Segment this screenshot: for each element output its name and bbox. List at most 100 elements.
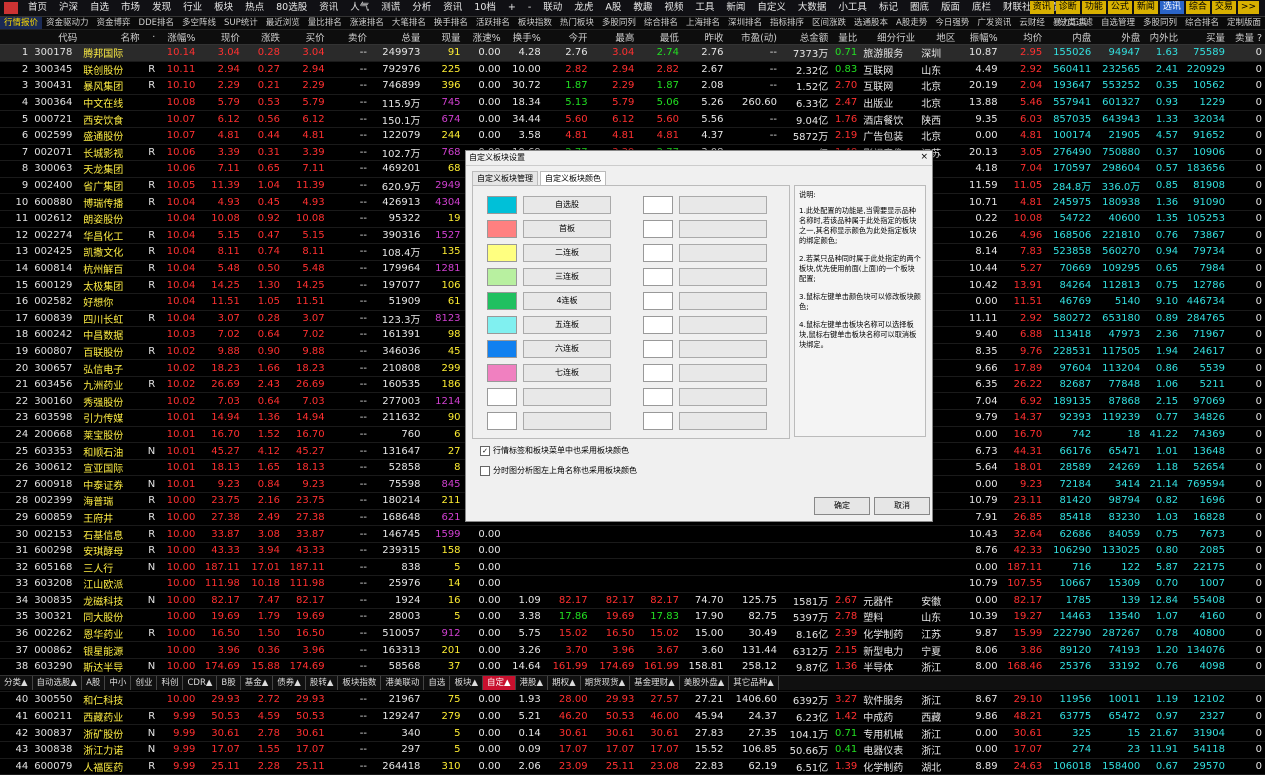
sector-name-label[interactable] (679, 364, 767, 382)
menu-item[interactable]: 大数据 (792, 0, 833, 16)
menu-item[interactable]: 沪深 (53, 0, 84, 16)
sector-name-label[interactable] (679, 316, 767, 334)
menu-item[interactable]: 小工具 (832, 0, 873, 16)
color-swatch[interactable] (643, 412, 673, 430)
column-header[interactable]: 地区 (918, 30, 959, 45)
tab-item-right[interactable]: 多股同列 (1139, 17, 1181, 29)
color-swatch[interactable] (643, 316, 673, 334)
column-header[interactable]: 外盘 (1094, 30, 1144, 45)
tab-item[interactable]: 量比排名 (304, 17, 346, 29)
table-row[interactable]: 31 600298 安琪酵母 R 10.00 43.33 3.94 43.33 -- 239315… (0, 542, 1265, 560)
menu-item[interactable]: 版面 (935, 0, 966, 16)
color-swatch[interactable] (487, 244, 517, 262)
color-swatch[interactable] (643, 340, 673, 358)
sector-name-label[interactable]: 五连板 (523, 316, 611, 334)
tab-item[interactable]: 指标排序 (766, 17, 808, 29)
bottom-tab[interactable]: 股转▲ (306, 676, 339, 690)
bottom-tab[interactable]: 基金▲ (241, 676, 274, 690)
column-header[interactable]: 现价 (198, 30, 243, 45)
tab-item-right[interactable]: 定制版面 (1223, 17, 1265, 29)
tab-item-right[interactable]: 分类过滤 (1055, 17, 1097, 29)
menu-item[interactable]: 龙虎 (568, 0, 599, 16)
table-row[interactable]: 44 600079 人福医药 R 9.99 25.11 2.28 25.11 -- 264418 3… (0, 758, 1265, 775)
menu-item[interactable]: 板块 (208, 0, 239, 16)
tab-item[interactable]: 行情报价 (0, 17, 43, 29)
menu-item[interactable]: 首页 (22, 0, 53, 16)
menu-button[interactable]: 交易 (1211, 1, 1236, 14)
table-row[interactable]: 4 300364 中文在线 10.08 5.79 0.53 5.79 -- 115.9万 745 0… (0, 94, 1265, 112)
sector-name-label[interactable] (523, 412, 611, 430)
column-header[interactable]: 涨速% (463, 30, 504, 45)
color-swatch[interactable] (487, 388, 517, 406)
table-row[interactable]: 6 002599 盛通股份 10.07 4.81 0.44 4.81 -- 122079 244 0… (0, 127, 1265, 145)
menu-item[interactable]: A股 (599, 0, 627, 16)
sector-name-label[interactable] (679, 196, 767, 214)
tab-item[interactable]: 板块指数 (514, 17, 556, 29)
menu-item[interactable]: 行业 (177, 0, 208, 16)
menu-item[interactable]: 80选股 (270, 0, 313, 16)
table-row[interactable]: 41 600211 西藏药业 R 9.99 50.53 4.59 50.53 -- 129247 2… (0, 708, 1265, 726)
column-header[interactable]: · (142, 30, 159, 45)
menu-item[interactable]: 自定义 (751, 0, 792, 16)
column-header[interactable]: 市盈(动) (726, 30, 780, 45)
color-swatch[interactable] (643, 196, 673, 214)
color-swatch[interactable] (487, 268, 517, 286)
color-swatch[interactable] (487, 316, 517, 334)
color-swatch[interactable] (487, 340, 517, 358)
menu-item[interactable]: 测谎 (375, 0, 406, 16)
tab-item[interactable]: 活跃排名 (472, 17, 514, 29)
color-swatch[interactable] (643, 292, 673, 310)
menu-item[interactable]: - (522, 0, 537, 16)
cancel-button[interactable]: 取消 (874, 497, 930, 515)
bottom-tab[interactable]: 中小 (105, 676, 132, 690)
menu-item[interactable]: 联动 (537, 0, 568, 16)
table-row[interactable]: 43 300838 浙江力诺 N 9.99 17.07 1.55 17.07 -- 297 5 0.0… (0, 741, 1265, 759)
bottom-tab[interactable]: 美股外盘▲ (680, 676, 730, 690)
close-icon[interactable]: × (920, 152, 928, 162)
column-header[interactable]: 今开 (543, 30, 591, 45)
column-header[interactable]: 最高 (590, 30, 638, 45)
sector-name-label[interactable]: 二连板 (523, 244, 611, 262)
color-swatch[interactable] (487, 196, 517, 214)
table-row[interactable]: 32 605168 三人行 N 10.00 187.11 17.01 187.11 -- 838 5… (0, 558, 1265, 576)
table-row[interactable]: 33 603208 江山欧派 10.00 111.98 10.18 111.98 -- 2597… (0, 575, 1265, 593)
color-swatch[interactable] (643, 220, 673, 238)
tab-item[interactable]: 换手排名 (430, 17, 472, 29)
sector-name-label[interactable] (679, 220, 767, 238)
tab-item[interactable]: 涨速排名 (346, 17, 388, 29)
column-header[interactable]: 昨收 (681, 30, 727, 45)
checkbox-box[interactable]: ✓ (480, 445, 490, 456)
menu-item[interactable]: 市场 (115, 0, 146, 16)
tab-item[interactable]: 资金驱动力 (42, 17, 93, 29)
menu-item[interactable]: 视频 (658, 0, 689, 16)
bottom-tab[interactable]: CDR▲ (183, 676, 218, 690)
color-swatch[interactable] (643, 244, 673, 262)
bottom-tab[interactable]: 分类▲ (0, 676, 33, 690)
menu-item[interactable]: + (502, 0, 522, 16)
table-row[interactable]: 2 300345 联创股份 R 10.11 2.94 0.27 2.94 -- 792976 225… (0, 61, 1265, 79)
bottom-tab[interactable]: 期权▲ (548, 676, 581, 690)
menu-item[interactable]: 资讯 (437, 0, 468, 16)
column-header[interactable]: 卖量 ? (1227, 30, 1265, 45)
menu-button[interactable]: 公式 (1107, 1, 1132, 14)
column-header[interactable]: 买量 (1181, 30, 1228, 45)
tab-item[interactable]: 云财经 (1015, 17, 1049, 29)
menu-button[interactable]: 资讯 (1029, 1, 1054, 14)
sector-name-label[interactable]: 4连板 (523, 292, 611, 310)
menu-button[interactable]: 综合 (1185, 1, 1210, 14)
menu-button[interactable]: 功能 (1081, 1, 1106, 14)
bottom-tab[interactable]: 科创 (157, 676, 184, 690)
column-header[interactable]: 内外比 (1143, 30, 1182, 45)
sector-name-label[interactable] (679, 244, 767, 262)
sector-name-label[interactable] (679, 268, 767, 286)
tab-item[interactable]: 大笔排名 (388, 17, 430, 29)
menu-item[interactable]: 发现 (146, 0, 177, 16)
menu-item[interactable]: 分析 (406, 0, 437, 16)
sector-name-label[interactable]: 首板 (523, 220, 611, 238)
tab-item[interactable]: 最近浏览 (262, 17, 304, 29)
column-header[interactable]: 总金额 (780, 30, 832, 45)
tab-item[interactable]: 上海排名 (682, 17, 724, 29)
table-row[interactable]: 5 000721 西安饮食 10.07 6.12 0.56 6.12 -- 150.1万 674 0… (0, 110, 1265, 128)
color-swatch[interactable] (487, 292, 517, 310)
column-header[interactable]: 内盘 (1045, 30, 1095, 45)
